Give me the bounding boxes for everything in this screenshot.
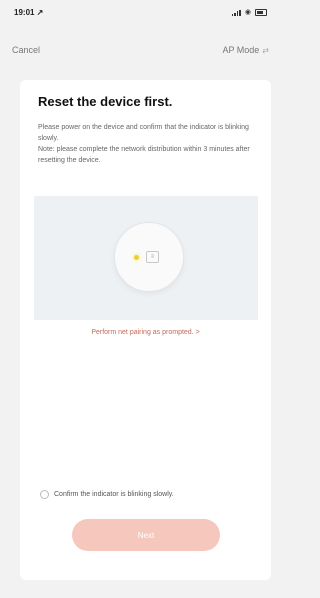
confirm-indicator-checkbox-row[interactable]: Confirm the indicator is blinking slowly… <box>40 490 174 499</box>
instructions-text: Please power on the device and confirm t… <box>38 122 258 166</box>
ap-mode-button[interactable]: AP Mode ⇄ <box>222 45 269 55</box>
indicator-light-icon <box>134 255 139 260</box>
status-bar: 19:01 ↗ ◉ <box>0 0 281 30</box>
device-image: ≡ <box>114 222 184 292</box>
nav-bar: Cancel AP Mode ⇄ <box>0 40 281 62</box>
confirm-label: Confirm the indicator is blinking slowly… <box>54 491 174 498</box>
signal-icon <box>231 9 241 16</box>
cancel-button[interactable]: Cancel <box>12 45 40 55</box>
instructions-line-note: Note: please complete the network distri… <box>38 146 250 164</box>
wifi-icon: ◉ <box>244 8 251 16</box>
pairing-prompt-link[interactable]: Perform net pairing as prompted. > <box>20 329 271 336</box>
status-icons: ◉ <box>231 8 267 16</box>
confirm-checkbox[interactable] <box>40 490 49 499</box>
ap-mode-label: AP Mode <box>222 45 260 55</box>
reset-instructions-card: Reset the device first. Please power on … <box>20 80 271 580</box>
device-illustration: ≡ <box>34 196 258 320</box>
status-time: 19:01 ↗ <box>14 8 44 17</box>
next-button[interactable]: Next <box>72 519 220 551</box>
instructions-line-power: Please power on the device and confirm t… <box>38 124 249 142</box>
switch-mode-icon: ⇄ <box>262 45 269 55</box>
page-title: Reset the device first. <box>38 94 173 109</box>
device-button-icon: ≡ <box>146 251 159 263</box>
battery-icon <box>255 9 267 16</box>
